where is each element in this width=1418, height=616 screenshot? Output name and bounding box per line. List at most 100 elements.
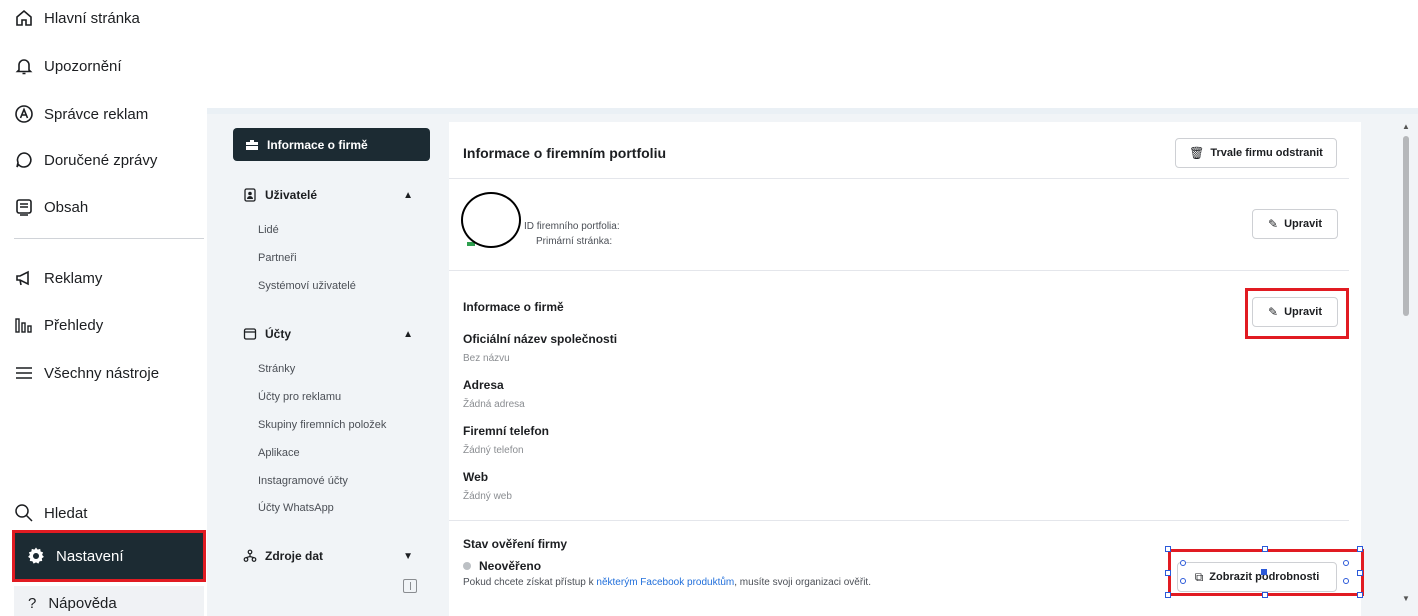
selection-handle[interactable] [1343,578,1349,584]
global-nav: Hlavní stránka Upozornění Správce reklam… [0,0,207,616]
nav-help[interactable]: ? Nápověda [28,588,117,616]
ads-manager-icon [15,105,33,123]
facebook-products-link[interactable]: některým Facebook produktům [596,577,734,588]
selection-handle[interactable] [1165,570,1171,576]
settings-nav-business-info-label: Informace o firmě [267,137,368,152]
selection-handle[interactable] [1343,560,1349,566]
nav-home-label: Hlavní stránka [44,9,140,27]
nav-all-tools[interactable]: Všechny nástroje [14,358,159,388]
page-title: Informace o firemním portfoliu [463,145,667,161]
business-portfolio-card: Informace o firemním portfoliu 🗑 Trvale … [449,122,1364,616]
divider [449,520,1349,521]
verification-title: Stav ověření firmy [463,537,568,551]
nav-home[interactable]: Hlavní stránka [14,3,140,33]
settings-nav-data-sources-group[interactable]: Zdroje dat ▼ [243,549,413,563]
settings-nav-whatsapp-accounts[interactable]: Účty WhatsApp [258,502,334,514]
nav-ads-manager[interactable]: Správce reklam [14,99,148,129]
scroll-up-arrow-icon[interactable]: ▲ [1402,122,1410,131]
home-icon [16,9,32,26]
selection-handle[interactable] [1357,570,1363,576]
settings-nav-accounts-label: Účty [265,327,292,341]
settings-nav-people[interactable]: Lidé [258,224,279,236]
nav-search[interactable]: Hledat [14,498,87,528]
selection-handle[interactable] [1262,546,1268,552]
company-name-label: Oficiální název společnosti [463,332,618,346]
website-value: Žádný web [463,491,512,502]
selection-handle[interactable] [1262,592,1268,598]
settings-nav-partners[interactable]: Partneři [258,252,297,264]
phone-label: Firemní telefon [463,424,550,438]
nav-separator [14,238,204,239]
portfolio-id-label: ID firemního portfolia: [524,221,620,232]
settings-nav-apps[interactable]: Aplikace [258,447,300,459]
chat-bubble-icon [16,152,32,168]
view-details-button[interactable]: ⧉ Zobrazit podrobnosti [1177,562,1337,592]
data-sources-icon [243,549,257,562]
edit-portfolio-button[interactable]: ✎ Upravit [1252,209,1338,239]
scroll-down-arrow-icon[interactable]: ▼ [1402,594,1410,603]
verification-desc-pre: Pokud chcete získat přístup k [463,577,597,588]
megaphone-icon [16,270,29,286]
selection-handle[interactable] [1357,546,1363,552]
collapse-sidebar-icon[interactable] [403,579,417,593]
settings-sidebar: Informace o firmě Uživatelé ▲ Lidé Partn… [233,128,431,616]
selection-handle[interactable] [1165,546,1171,552]
settings-nav-business-info[interactable]: Informace o firmě [233,128,430,161]
selection-handle[interactable] [1180,560,1186,566]
edit-portfolio-label: Upravit [1284,218,1322,230]
nav-ads[interactable]: Reklamy [14,263,102,293]
chevron-up-icon: ▲ [403,189,413,201]
main-top-strip [207,108,1418,114]
nav-inbox[interactable]: Doručené zprávy [14,145,157,175]
verification-status-label: Neověřeno [479,559,542,573]
bell-icon [15,59,33,75]
business-info-title: Informace o firmě [463,300,564,314]
nav-insights[interactable]: Přehledy [14,310,103,340]
selection-handle[interactable] [1180,578,1186,584]
nav-settings-label: Nastavení [56,547,124,565]
scrollbar[interactable]: ▲ ▼ [1400,122,1412,616]
content-icon [16,199,32,216]
nav-notifications-label: Upozornění [44,57,122,75]
nav-all-tools-label: Všechny nástroje [44,364,160,382]
divider [449,178,1349,179]
settings-nav-system-users[interactable]: Systémoví uživatelé [258,280,356,292]
nav-content-label: Obsah [44,198,89,216]
selection-center-handle[interactable] [1261,569,1267,575]
nav-notifications[interactable]: Upozornění [14,51,122,81]
nav-content[interactable]: Obsah [14,192,88,222]
settings-nav-data-sources-label: Zdroje dat [265,549,324,563]
settings-nav-asset-groups[interactable]: Skupiny firemních položek [258,419,386,431]
scroll-thumb[interactable] [1403,136,1409,316]
nav-ads-manager-label: Správce reklam [44,105,149,123]
divider [449,270,1349,271]
verification-status: Neověřeno [463,559,541,573]
gear-icon [28,547,44,564]
nav-search-label: Hledat [44,504,88,522]
question-icon: ? [28,594,37,612]
settings-nav-pages[interactable]: Stránky [258,363,295,375]
external-link-icon: ⧉ [1194,569,1204,584]
menu-icon [16,367,32,379]
nav-settings[interactable]: Nastavení [14,532,204,580]
settings-nav-accounts-group[interactable]: Účty ▲ [243,327,413,341]
nav-inbox-label: Doručené zprávy [44,151,158,169]
briefcase-icon [246,139,258,150]
verification-description: Pokud chcete získat přístup k některým F… [463,577,871,588]
folder-icon [243,328,257,340]
avatar [461,192,521,248]
verification-desc-post: , musíte svoji organizaci ověřit. [734,577,871,588]
user-badge-icon [244,188,256,202]
settings-nav-users-group[interactable]: Uživatelé ▲ [243,188,413,202]
trash-icon: 🗑 [1189,146,1205,160]
primary-page-label: Primární stránka: [536,236,613,247]
settings-nav-ad-accounts[interactable]: Účty pro reklamu [258,391,341,403]
edit-business-info-label: Upravit [1284,306,1322,318]
nav-help-label: Nápověda [48,594,117,612]
selection-handle[interactable] [1165,592,1171,598]
address-value: Žádná adresa [463,399,525,410]
selection-handle[interactable] [1357,592,1363,598]
delete-business-button[interactable]: 🗑 Trvale firmu odstranit [1175,138,1337,168]
settings-nav-instagram-accounts[interactable]: Instagramové účty [258,475,348,487]
edit-business-info-button[interactable]: ✎ Upravit [1252,297,1338,327]
